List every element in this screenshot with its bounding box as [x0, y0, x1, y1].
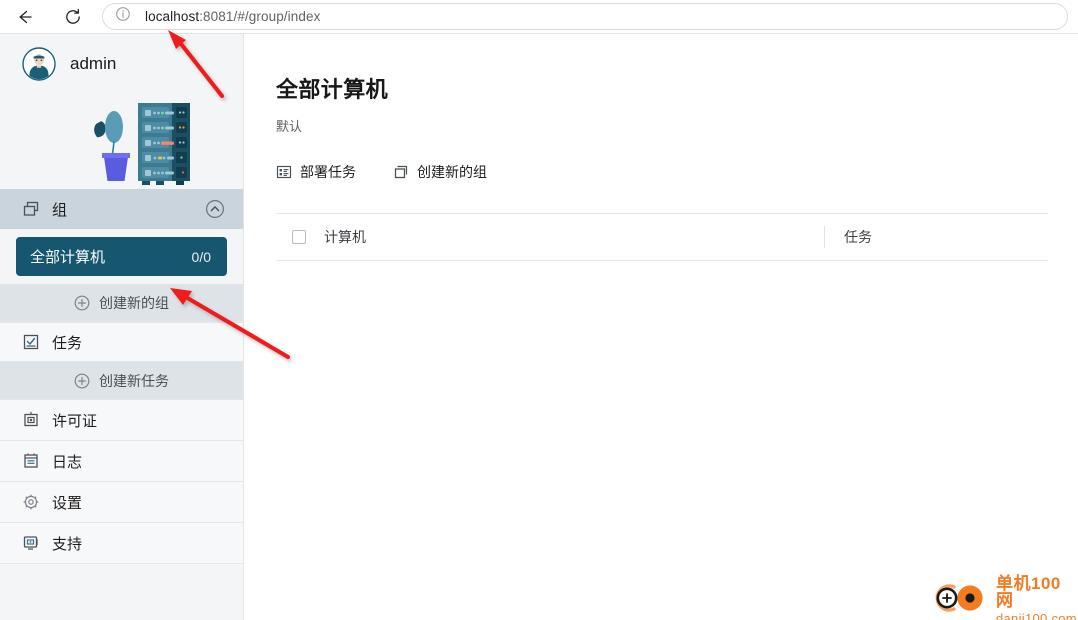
sidebar-item-support[interactable]: 支持 [0, 523, 243, 564]
plant [93, 111, 130, 181]
group-item-count: 0/0 [191, 248, 211, 265]
gear-icon [22, 493, 40, 511]
sidebar-section-tasks[interactable]: 任务 [0, 322, 243, 362]
back-arrow-icon [15, 7, 35, 27]
deploy-task-icon [276, 164, 292, 180]
sidebar-item-license[interactable]: 许可证 [0, 400, 243, 441]
log-clipboard-icon [22, 452, 40, 470]
browser-toolbar: localhost:8081/#/group/index [0, 0, 1078, 33]
user-avatar-icon [22, 47, 56, 81]
computers-table: 计算机 任务 [276, 213, 1048, 261]
browser-window: localhost:8081/#/group/index admin 组 全部计… [0, 0, 1078, 620]
sidebar-item-all-computers[interactable]: 全部计算机 0/0 [16, 237, 227, 276]
group-list: 全部计算机 0/0 [0, 229, 243, 284]
address-bar[interactable]: localhost:8081/#/group/index [102, 3, 1068, 30]
url-path: :8081/#/group/index [199, 9, 321, 24]
checkbox-task-icon [22, 333, 40, 351]
sidebar-item-settings[interactable]: 设置 [0, 482, 243, 523]
web-page: admin 组 全部计算机 0/0 创建新的组 任务 创建新任务 许可证 日志 … [0, 34, 1078, 620]
watermark-en: danji100.com [996, 611, 1077, 620]
column-header-task[interactable]: 任务 [844, 227, 872, 247]
create-group-label: 创建新的组 [99, 294, 169, 311]
page-title: 全部计算机 [276, 77, 389, 102]
url-host: localhost [145, 9, 200, 24]
column-divider [824, 226, 825, 248]
sidebar: admin 组 全部计算机 0/0 创建新的组 任务 创建新任务 许可证 日志 … [0, 34, 244, 620]
danji100-logo-icon [928, 581, 990, 620]
sidebar-action-create-task[interactable]: 创建新任务 [0, 362, 243, 400]
sidebar-item-license-label: 许可证 [52, 412, 98, 430]
server-rack-plant-illustration [0, 94, 243, 189]
sidebar-section-tasks-label: 任务 [52, 334, 83, 352]
watermark-text: 单机100网 danji100.com [996, 575, 1078, 620]
server-rack [137, 103, 190, 185]
create-group-button[interactable]: 创建新的组 [393, 162, 487, 182]
sidebar-filler [0, 564, 243, 620]
back-button[interactable] [10, 2, 40, 32]
select-all-cell[interactable] [276, 230, 324, 244]
support-monitor-icon [22, 534, 40, 552]
content-toolbar: 部署任务 创建新的组 [276, 162, 1048, 182]
create-group-icon [393, 164, 409, 180]
sidebar-item-logs[interactable]: 日志 [0, 441, 243, 482]
page-subtitle: 默认 [276, 119, 303, 134]
select-all-checkbox[interactable] [292, 230, 306, 244]
group-item-label: 全部计算机 [30, 249, 106, 266]
main-content: 全部计算机 默认 部署任务 创建新的组 计算机 任务 [245, 34, 1078, 620]
create-group-label: 创建新的组 [417, 164, 487, 180]
column-header-computer[interactable]: 计算机 [324, 227, 366, 247]
sidebar-section-groups-label: 组 [52, 201, 68, 219]
sidebar-action-create-group[interactable]: 创建新的组 [0, 284, 243, 322]
watermark: 单机100网 danji100.com [928, 575, 1078, 620]
chevron-up-circle-icon[interactable] [205, 199, 225, 219]
sidebar-item-support-label: 支持 [52, 535, 83, 553]
table-header-row: 计算机 任务 [276, 214, 1048, 261]
plus-circle-icon [74, 295, 90, 311]
sidebar-item-settings-label: 设置 [52, 494, 83, 512]
info-circle-icon[interactable] [115, 6, 131, 27]
plus-circle-icon [74, 373, 90, 389]
url-text: localhost:8081/#/group/index [145, 9, 320, 24]
windows-stack-icon [22, 200, 40, 218]
deploy-task-label: 部署任务 [300, 164, 356, 180]
profile-name: admin [70, 54, 117, 73]
reload-icon [63, 7, 83, 27]
watermark-cn: 单机100网 [996, 574, 1061, 610]
sidebar-item-logs-label: 日志 [52, 453, 83, 471]
user-profile[interactable]: admin [0, 34, 243, 94]
reload-button[interactable] [58, 2, 88, 32]
deploy-task-button[interactable]: 部署任务 [276, 162, 356, 182]
sidebar-section-groups[interactable]: 组 [0, 189, 243, 229]
license-certificate-icon [22, 411, 40, 429]
create-task-label: 创建新任务 [99, 372, 169, 389]
